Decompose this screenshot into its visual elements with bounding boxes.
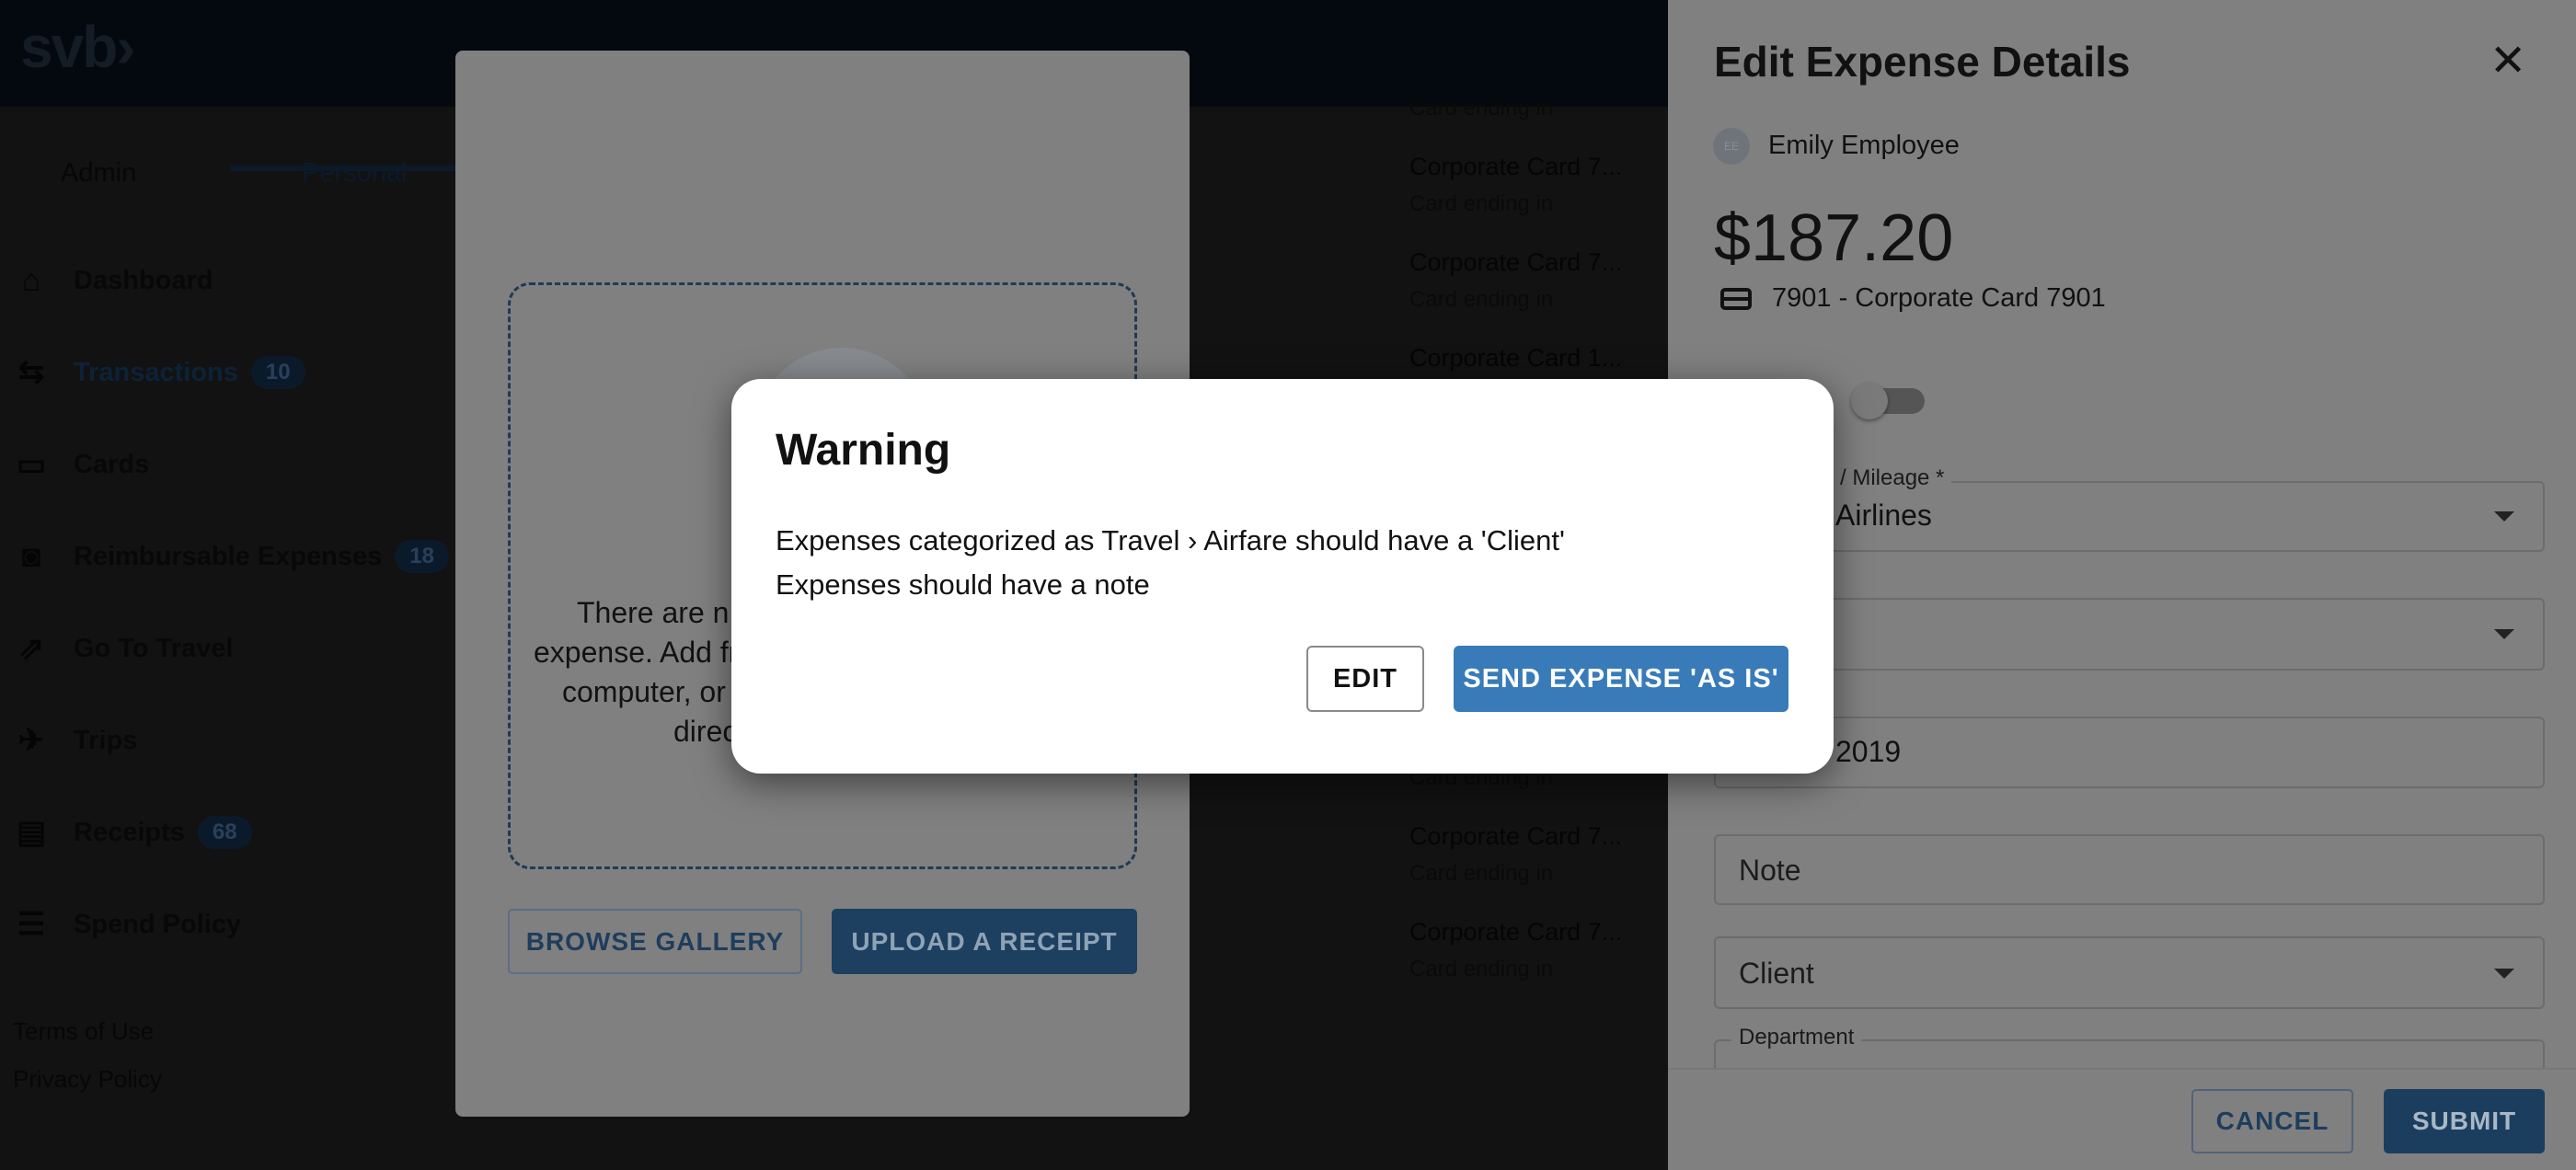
active-tab-indicator (230, 166, 455, 171)
sidebar-item-label: Spend Policy (74, 909, 242, 939)
empty-text-line: expense. Add fr (534, 636, 739, 669)
dialog-title: Warning (776, 426, 951, 475)
department-label: Department (1731, 1025, 1862, 1050)
card-list-item-title[interactable]: Corporate Card 7... (1409, 153, 1622, 181)
warning-message: Expenses categorized as Travel › Airfare… (776, 524, 1565, 556)
count-badge: 18 (395, 540, 449, 573)
card-list-item-subtitle: Card ending in (1409, 191, 1554, 216)
empty-text-line: computer, or (562, 675, 726, 708)
upload-receipt-button[interactable]: UPLOAD A RECEIPT (832, 909, 1137, 974)
card-list-item-subtitle: Card ending in (1409, 957, 1554, 981)
receipt-icon: ▤ (16, 815, 47, 850)
card-icon: ▭ (16, 447, 47, 482)
submit-button[interactable]: SUBMIT (2384, 1089, 2545, 1153)
chevron-down-icon (2494, 969, 2514, 979)
warning-dialog: Warning Expenses categorized as Travel ›… (731, 379, 1834, 774)
sidebar-item-dashboard[interactable]: ⌂ Dashboard (13, 253, 213, 308)
empty-text-line: direc (673, 715, 738, 748)
sidebar-item-cards[interactable]: ▭ Cards (13, 437, 149, 492)
bank-transfer-icon: ⇆ (17, 355, 45, 390)
client-select[interactable] (1714, 936, 2545, 1009)
cancel-button[interactable]: CANCEL (2191, 1089, 2353, 1153)
privacy-policy-link[interactable]: Privacy Policy (13, 1065, 162, 1094)
date-value: 2019 (1835, 735, 1902, 768)
sidebar-item-spend-policy[interactable]: ☰ Spend Policy (13, 897, 241, 952)
policy-icon: ☰ (17, 907, 46, 942)
chevron-down-icon (2494, 629, 2514, 639)
card-list-item-subtitle: Card ending in (1409, 96, 1554, 120)
sidebar-item-label: Go To Travel (74, 633, 234, 663)
drawer-title: Edit Expense Details (1714, 38, 2131, 86)
sidebar-item-label: Receipts (74, 817, 185, 847)
tab-personal[interactable]: Personal (302, 158, 407, 189)
expense-amount: $187.20 (1714, 201, 1954, 275)
external-link-icon: ⇗ (17, 631, 45, 666)
send-as-is-button[interactable]: SEND EXPENSE 'AS IS' (1454, 646, 1788, 712)
sidebar-item-label: Reimbursable Expenses (74, 541, 383, 571)
card-list-item-title[interactable]: Corporate Card 7... (1409, 918, 1622, 946)
count-badge: 68 (197, 816, 252, 849)
merchant-value: Airlines (1835, 499, 1932, 532)
home-icon: ⌂ (21, 262, 41, 298)
employee-name: Emily Employee (1768, 131, 1960, 160)
count-badge: 10 (250, 356, 305, 389)
card-list-item-title[interactable]: Corporate Card 7... (1409, 248, 1622, 277)
chevron-down-icon (2494, 511, 2514, 522)
empty-text-line: There are n (577, 596, 730, 629)
edit-button[interactable]: EDIT (1306, 646, 1424, 712)
note-placeholder: Note (1739, 854, 1801, 887)
sidebar-item-trips[interactable]: ✈ Trips (13, 713, 138, 768)
person-cash-icon: ◙ (21, 538, 41, 574)
merchant-label: / Mileage * (1833, 465, 1952, 491)
card-list-item-subtitle: Card ending in (1409, 861, 1554, 886)
sidebar-item-go-to-travel[interactable]: ⇗ Go To Travel (13, 621, 234, 676)
credit-card-icon (1720, 288, 1752, 310)
card-list-item-title[interactable]: Corporate Card 1... (1409, 344, 1622, 373)
avatar: EE (1713, 128, 1750, 165)
sidebar-item-label: Cards (74, 449, 150, 479)
sidebar-item-label: Trips (74, 725, 138, 755)
card-list-item-title[interactable]: Corporate Card 7... (1409, 822, 1622, 851)
svb-logo[interactable]: svb› (20, 13, 136, 81)
sidebar-item-transactions[interactable]: ⇆ Transactions 10 (13, 345, 305, 400)
airplane-icon: ✈ (17, 723, 45, 758)
category-select[interactable] (1714, 598, 2545, 671)
sidebar-item-receipts[interactable]: ▤ Receipts 68 (13, 805, 252, 860)
tab-admin[interactable]: Admin (61, 158, 136, 189)
client-placeholder: Client (1739, 957, 1814, 990)
browse-gallery-button[interactable]: BROWSE GALLERY (508, 909, 802, 974)
card-label: 7901 - Corporate Card 7901 (1772, 283, 2106, 313)
note-field[interactable] (1714, 834, 2545, 905)
toggle-knob[interactable] (1851, 383, 1888, 419)
sidebar-item-reimbursable-expenses[interactable]: ◙ Reimbursable Expenses 18 (13, 529, 449, 584)
sidebar-item-label: Transactions (74, 357, 238, 387)
close-icon[interactable]: ✕ (2490, 35, 2526, 86)
warning-message: Expenses should have a note (776, 568, 1150, 601)
card-list-item-subtitle: Card ending in (1409, 287, 1554, 312)
sidebar-item-label: Dashboard (74, 265, 213, 295)
terms-of-use-link[interactable]: Terms of Use (13, 1017, 154, 1046)
